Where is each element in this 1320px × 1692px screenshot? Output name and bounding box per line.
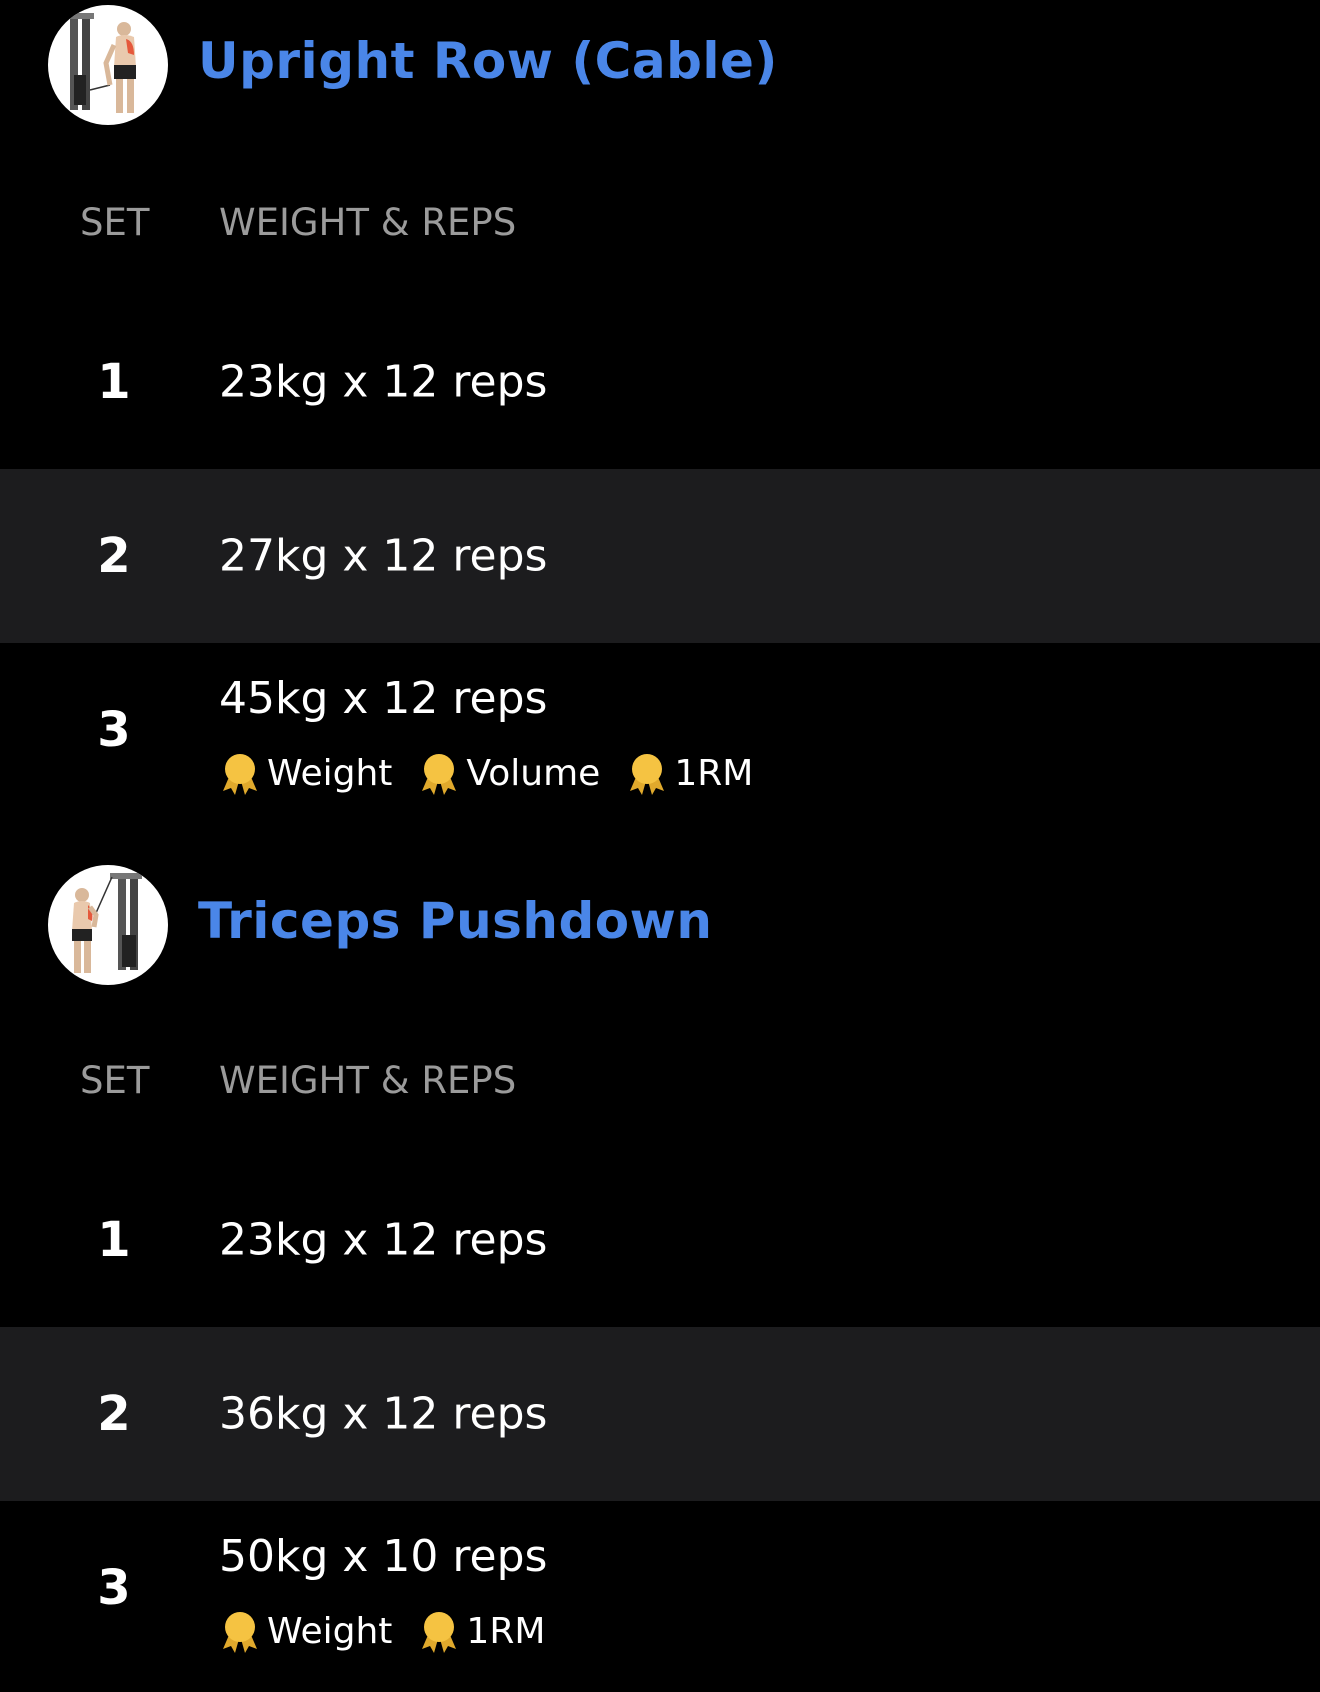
exercise-thumbnail-icon[interactable] [48, 5, 168, 125]
set-weight-reps: 27kg x 12 reps [219, 530, 548, 582]
exercise-header[interactable]: Upright Row (Cable) [0, 0, 1320, 130]
medal-icon [422, 754, 457, 795]
badge-label: Volume [466, 752, 601, 794]
exercise-title[interactable]: Triceps Pushdown [198, 892, 712, 950]
set-number: 3 [97, 702, 131, 758]
weight-reps-column-header: WEIGHT & REPS [219, 1059, 517, 1102]
badge-label: Weight [267, 1610, 393, 1652]
medal-icon [223, 1612, 257, 1653]
pr-badge-1rm: 1RM [626, 751, 753, 795]
pr-badge-weight: Weight [219, 751, 392, 795]
badge-label: 1RM [674, 752, 754, 794]
pr-badge-1rm: 1RM [418, 1609, 545, 1653]
weight-reps-column-header: WEIGHT & REPS [219, 201, 517, 244]
set-row[interactable]: 1 23kg x 12 reps [0, 295, 1320, 469]
personal-record-badges: Weight Volume 1RM [219, 751, 779, 795]
set-row[interactable]: 3 45kg x 12 reps Weight Volume 1RM [0, 643, 1320, 817]
column-headers: SET WEIGHT & REPS [0, 193, 1320, 253]
medal-icon [422, 1612, 457, 1653]
set-weight-reps: 50kg x 10 reps [219, 1531, 548, 1582]
set-column-header: SET [80, 201, 150, 244]
exercise-title[interactable]: Upright Row (Cable) [198, 32, 778, 90]
set-column-header: SET [80, 1059, 150, 1102]
set-row[interactable]: 2 36kg x 12 reps [0, 1327, 1320, 1501]
personal-record-badges: Weight 1RM [219, 1609, 571, 1653]
set-weight-reps: 23kg x 12 reps [219, 1214, 548, 1266]
set-number: 1 [97, 1212, 131, 1268]
set-weight-reps: 45kg x 12 reps [219, 673, 548, 724]
badge-label: 1RM [466, 1610, 546, 1652]
badge-label: Weight [267, 752, 393, 794]
medal-icon [223, 754, 257, 795]
medal-icon [630, 754, 665, 795]
set-row[interactable]: 2 27kg x 12 reps [0, 469, 1320, 643]
exercise-thumbnail-icon[interactable] [48, 865, 168, 985]
set-row[interactable]: 1 23kg x 12 reps [0, 1153, 1320, 1327]
set-number: 3 [97, 1560, 131, 1616]
set-weight-reps: 36kg x 12 reps [219, 1388, 548, 1440]
exercise-header[interactable]: Triceps Pushdown [0, 860, 1320, 990]
pr-badge-weight: Weight [219, 1609, 392, 1653]
set-number: 2 [97, 528, 131, 584]
set-number: 2 [97, 1386, 131, 1442]
set-number: 1 [97, 354, 131, 410]
column-headers: SET WEIGHT & REPS [0, 1051, 1320, 1111]
set-weight-reps: 23kg x 12 reps [219, 356, 548, 408]
cable-upright-row-illustration-icon [68, 13, 136, 113]
set-row[interactable]: 3 50kg x 10 reps Weight 1RM [0, 1501, 1320, 1675]
triceps-pushdown-illustration-icon [72, 873, 142, 973]
pr-badge-volume: Volume [418, 751, 600, 795]
